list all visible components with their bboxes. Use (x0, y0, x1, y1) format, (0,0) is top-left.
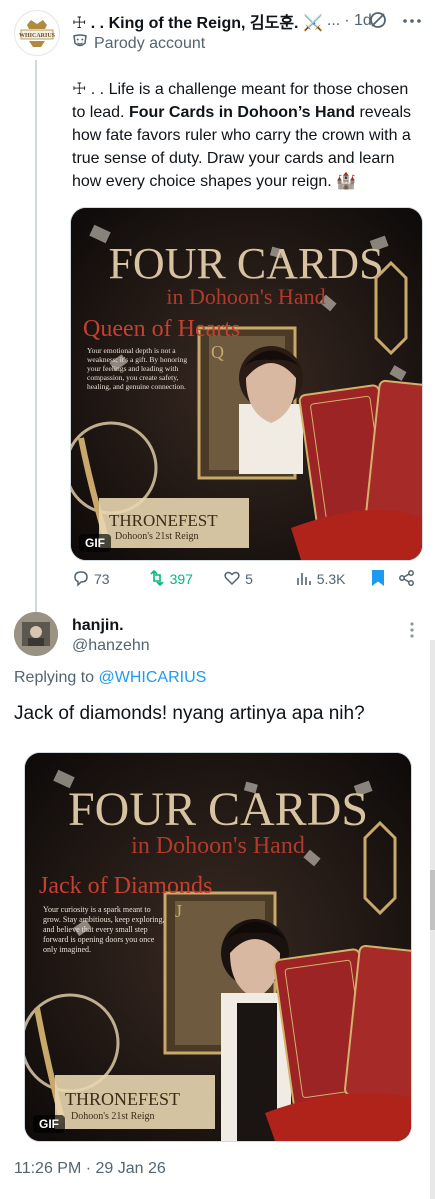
scrollbar-thumb[interactable] (430, 870, 435, 930)
gif-badge[interactable]: GIF (79, 534, 111, 552)
repost-count: 397 (169, 571, 193, 587)
replying-to-link[interactable]: @WHICARIUS (99, 669, 207, 686)
reply-media-subtitle: in Dohoon's Hand (131, 833, 305, 859)
share-icon (398, 569, 416, 590)
reply-body: Jack of diamonds! nyang artinya apa nih? (14, 703, 365, 724)
bookmark-button[interactable] (370, 569, 398, 590)
reply-card-description: Your curiosity is a spark meant to grow.… (43, 905, 165, 954)
views-count: 5.3K (316, 571, 346, 587)
share-button[interactable] (398, 569, 422, 590)
brand-name: THRONEFEST (109, 511, 218, 530)
card-suit-letter: Q (211, 342, 224, 362)
reply-gif-artwork: FOUR CARDS in Dohoon's Hand Jack of Diam… (25, 753, 411, 1141)
reply-author-handle[interactable]: @hanzehn (72, 637, 150, 655)
muted-icon[interactable] (368, 10, 388, 30)
card-title: Queen of Hearts (83, 316, 240, 342)
mask-icon (72, 33, 88, 54)
bookmark-icon (370, 569, 386, 590)
tweet-actions: 73 397 5 5.3K (72, 567, 422, 591)
replying-prefix: Replying to (14, 669, 99, 686)
parody-text: Parody account (94, 34, 206, 52)
reply-card-title: Jack of Diamonds (39, 873, 212, 899)
reply-more-options-icon[interactable] (410, 622, 414, 638)
reply-button[interactable]: 73 (72, 569, 148, 590)
avatar-logo-text: WHICARIUS (19, 33, 56, 39)
reply-brand-subtitle: Dohoon's 21st Reign (71, 1111, 154, 1122)
more-options-icon[interactable] (402, 12, 422, 23)
reply-media-title: FOUR CARDS (68, 783, 368, 836)
reply-brand-name: THRONEFEST (65, 1089, 180, 1109)
reply-gif-media[interactable]: FOUR CARDS in Dohoon's Hand Jack of Diam… (24, 752, 412, 1142)
author-avatar[interactable]: WHICARIUS (14, 10, 60, 56)
brand-subtitle: Dohoon's 21st Reign (115, 531, 198, 542)
tweet-body: ☩ . . Life is a challenge meant for thos… (72, 78, 422, 193)
gif-artwork: FOUR CARDS in Dohoon's Hand Queen of Hea… (71, 208, 422, 560)
tweet-header: ☩ . . King of the Reign, 김도훈. ⚔️ ... · 1… (72, 10, 372, 32)
reply-gif-badge[interactable]: GIF (33, 1115, 65, 1133)
like-count: 5 (245, 571, 253, 587)
repost-button[interactable]: 397 (148, 569, 224, 590)
media-subtitle: in Dohoon's Hand (166, 284, 325, 309)
replying-to-line: Replying to @WHICARIUS (14, 669, 206, 687)
thread-line (35, 60, 37, 612)
views-icon (295, 569, 313, 590)
like-button[interactable]: 5 (223, 569, 295, 590)
tweet-gif-media[interactable]: FOUR CARDS in Dohoon's Hand Queen of Hea… (70, 207, 423, 561)
views-button[interactable]: 5.3K (295, 569, 371, 590)
author-name[interactable]: ☩ . . King of the Reign, 김도훈. ⚔️ (72, 9, 323, 33)
reply-card-suit-letter: J (175, 901, 182, 921)
parody-label: Parody account (72, 33, 205, 54)
repost-icon (148, 569, 166, 590)
heart-icon (223, 569, 241, 590)
tweet-text-bold: Four Cards in Dohoon’s Hand (128, 104, 356, 121)
reply-icon (72, 569, 90, 590)
reply-timestamp[interactable]: 11:26 PM · 29 Jan 26 (14, 1160, 166, 1178)
reply-author-avatar[interactable] (14, 612, 58, 656)
reply-author-name[interactable]: hanjin. (72, 617, 124, 635)
card-description: Your emotional depth is not a weakness; … (87, 346, 188, 391)
reply-count: 73 (94, 571, 110, 587)
header-ellipsis: ... (326, 12, 341, 29)
media-title: FOUR CARDS (108, 239, 383, 288)
